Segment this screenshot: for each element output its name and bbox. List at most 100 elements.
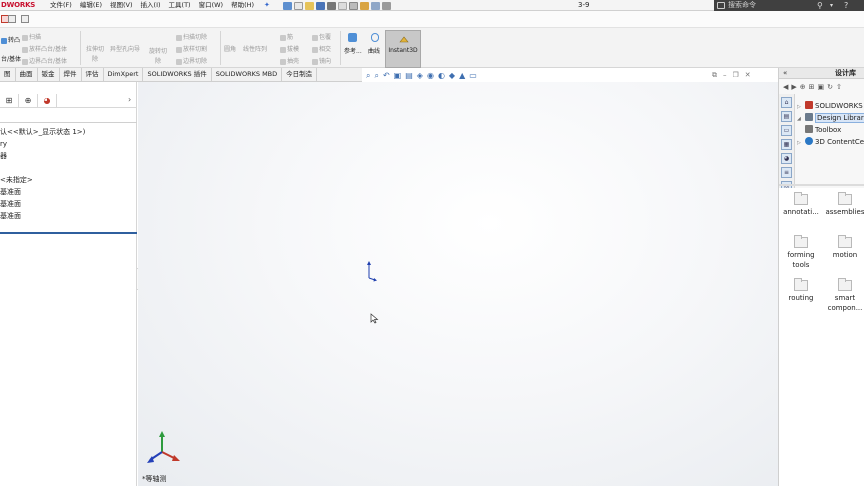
folder-assemblies[interactable]: assemblies <box>823 192 864 217</box>
ribbon-curves[interactable]: 曲线 <box>368 46 380 55</box>
tree-item-top-plane[interactable]: 基准面 <box>0 198 85 210</box>
ribbon-intersect[interactable]: 相交 <box>312 44 331 53</box>
instant3d-button[interactable]: Instant3D <box>385 30 421 68</box>
ribbon-mirror[interactable]: 镜向 <box>312 56 331 65</box>
rebuild-icon[interactable] <box>360 1 369 10</box>
menu-help[interactable]: 帮助(H) <box>227 0 258 11</box>
dimxpert-manager-tab[interactable]: ⊕ <box>19 94 38 107</box>
zoom-to-area-icon[interactable]: ⌕ <box>374 71 378 81</box>
chevron-right-icon[interactable]: › <box>128 95 131 104</box>
display-manager-tab[interactable]: ◕ <box>38 94 57 107</box>
expand-icon[interactable]: ⧉ <box>712 70 717 80</box>
open-folder-icon[interactable] <box>305 1 314 10</box>
folder-motion[interactable]: motion <box>823 235 864 260</box>
tree-item-annotations[interactable] <box>0 162 85 174</box>
search-scope-icon[interactable] <box>717 2 725 9</box>
ribbon-extruded-cut[interactable]: 拉伸切 <box>86 44 104 53</box>
resources-icon[interactable]: ▤ <box>781 111 792 122</box>
menu-file[interactable]: 文件(F) <box>46 0 76 11</box>
tree-item-history[interactable]: ry <box>0 138 85 150</box>
feature-filter[interactable] <box>0 109 137 123</box>
menu-edit[interactable]: 编辑(E) <box>76 0 106 11</box>
previous-view-icon[interactable]: ↶ <box>383 71 390 81</box>
minimize-icon[interactable]: – <box>723 70 727 80</box>
select-icon[interactable] <box>349 1 358 10</box>
zoom-to-fit-icon[interactable]: ⌕ <box>366 71 370 81</box>
folder-annotations[interactable]: annotati... <box>779 192 823 217</box>
ribbon-rib[interactable]: 筋 <box>280 32 293 41</box>
edit-appearance-icon[interactable]: ◆ <box>449 71 455 81</box>
ribbon-hole-wizard[interactable]: 异型孔向导 <box>110 44 140 53</box>
search-input[interactable] <box>728 0 828 11</box>
expand-arrow-icon[interactable]: ▷ <box>797 137 805 148</box>
folder-forming-tools[interactable]: forming tools <box>779 235 823 270</box>
menu-window[interactable]: 窗口(W) <box>195 0 228 11</box>
ribbon-loft-boss[interactable]: 放样凸台/基体 <box>22 44 67 53</box>
library-item-3d-contentcentral[interactable]: ▷3D ContentCentral <box>797 136 864 148</box>
ribbon-wrap[interactable]: 包覆 <box>312 32 331 41</box>
print-icon[interactable] <box>327 1 336 10</box>
tree-item-front-plane[interactable]: 基准面 <box>0 186 85 198</box>
restore-icon[interactable]: ❐ <box>733 70 739 80</box>
graphics-area[interactable]: *等轴测 <box>138 82 778 486</box>
ribbon-fillet[interactable]: 圆角 <box>224 44 236 53</box>
file-explorer-icon[interactable]: ▭ <box>781 125 792 136</box>
ribbon-boundary-boss[interactable]: 边界凸台/基体 <box>22 56 67 65</box>
refresh-icon[interactable]: ↻ <box>827 82 833 92</box>
pin-icon[interactable]: ✦ <box>264 1 270 9</box>
document-icon[interactable] <box>8 15 16 23</box>
forward-icon[interactable]: ▶ <box>791 82 796 92</box>
expand-arrow-icon[interactable]: ▷ <box>797 101 805 112</box>
ribbon-reference-geometry[interactable]: 参考... <box>344 46 362 55</box>
tab-solidworks-addins[interactable]: SOLIDWORKS 插件 <box>143 68 212 81</box>
create-folder-icon[interactable]: ▣ <box>818 82 825 92</box>
tab-sketch[interactable]: 图 <box>0 68 16 81</box>
close-icon[interactable]: ✕ <box>745 70 751 80</box>
ribbon-revolved-cut[interactable]: 旋转切 <box>149 46 167 55</box>
tree-item-part[interactable]: 认<<默认>_显示状态 1>) <box>0 126 85 138</box>
tab-weldments[interactable]: 焊件 <box>60 68 82 81</box>
library-item-design-library[interactable]: ◢ Design Library <box>797 112 864 124</box>
dynamic-annotation-icon[interactable]: ▤ <box>405 71 413 81</box>
new-document-icon[interactable] <box>294 1 303 10</box>
custom-properties-icon[interactable]: ≡ <box>781 167 792 178</box>
add-to-library-icon[interactable]: ⊕ <box>800 82 806 92</box>
appearances-icon[interactable]: ◕ <box>781 153 792 164</box>
pane-splitter[interactable] <box>779 184 864 186</box>
menu-insert[interactable]: 插入(I) <box>137 0 165 11</box>
tree-item-material[interactable]: <未指定> <box>0 174 85 186</box>
ribbon-sweep[interactable]: 扫描 <box>22 32 41 41</box>
expand-arrow-icon[interactable]: ◢ <box>797 113 805 124</box>
search-dropdown-icon[interactable]: ▾ <box>830 0 833 11</box>
tab-dimxpert[interactable]: DimXpert <box>104 68 144 81</box>
home-icon[interactable] <box>283 1 292 10</box>
file-properties-icon[interactable] <box>371 1 380 10</box>
ribbon-linear-pattern[interactable]: 线性阵列 <box>243 44 267 53</box>
tab-manufacturing[interactable]: 今日制造 <box>282 68 318 81</box>
up-one-level-icon[interactable]: ⇧ <box>836 82 842 92</box>
options-gear-icon[interactable] <box>382 1 391 10</box>
search-icon[interactable]: ⚲ <box>817 0 823 11</box>
tab-evaluate[interactable]: 评估 <box>82 68 104 81</box>
menu-tools[interactable]: 工具(T) <box>165 0 195 11</box>
menu-view[interactable]: 视图(V) <box>106 0 137 11</box>
tree-item-sensors[interactable]: 器 <box>0 150 85 162</box>
ribbon-swept-cut[interactable]: 扫描切除 <box>176 32 207 41</box>
library-item-toolbox[interactable]: Toolbox <box>797 124 864 136</box>
view-settings-icon[interactable]: ▭ <box>469 71 477 81</box>
ribbon-shell[interactable]: 抽壳 <box>280 56 299 65</box>
back-icon[interactable]: ◀ <box>783 82 788 92</box>
ribbon-lofted-cut[interactable]: 放样切割 <box>176 44 207 53</box>
view-orientation-icon[interactable]: ◈ <box>417 71 423 81</box>
ribbon-boundary-cut[interactable]: 边界切除 <box>176 56 207 65</box>
tab-surfaces[interactable]: 曲面 <box>16 68 38 81</box>
display-style-icon[interactable]: ◉ <box>427 71 434 81</box>
hide-show-icon[interactable]: ◐ <box>438 71 445 81</box>
help-icon[interactable]: ? <box>844 0 848 11</box>
folder-routing[interactable]: routing <box>779 278 823 303</box>
section-view-icon[interactable]: ▣ <box>394 71 402 81</box>
table-icon[interactable] <box>21 15 29 23</box>
ribbon-extrude-boss[interactable]: 转凸 <box>1 35 20 44</box>
undo-icon[interactable] <box>338 1 347 10</box>
ribbon-draft[interactable]: 拔模 <box>280 44 299 53</box>
